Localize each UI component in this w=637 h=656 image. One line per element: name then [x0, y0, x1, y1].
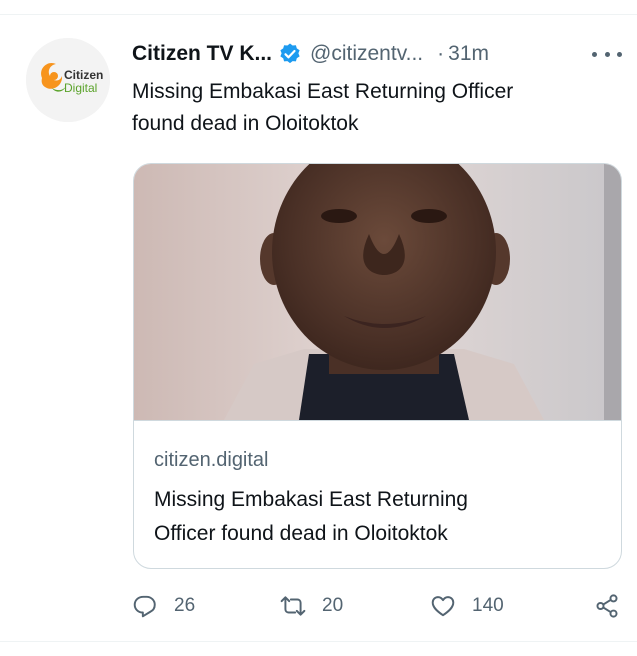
retweet-count: 20 [322, 595, 344, 616]
retweet-button[interactable]: 20 [280, 590, 343, 622]
card-domain: citizen.digital [154, 449, 269, 471]
reply-icon [133, 595, 156, 618]
card-image[interactable] [134, 164, 621, 420]
like-button[interactable]: 140 [430, 590, 504, 622]
reply-button[interactable]: 26 [132, 590, 195, 622]
tweet-text-line: Missing Embakasi East Returning Officer [132, 80, 514, 103]
card-title-line: Missing Embakasi East Returning [154, 488, 468, 511]
card-title-line: Officer found dead in Oloitoktok [154, 522, 448, 545]
card-title: Missing Embakasi East Returning Officer … [154, 483, 604, 551]
svg-text:Citizen: Citizen [64, 68, 103, 82]
tweet-actions: 26 20 140 [132, 590, 622, 622]
link-preview-card[interactable]: citizen.digital Missing Embakasi East Re… [133, 163, 622, 569]
author-handle[interactable]: @citizentv... [310, 42, 423, 66]
tweet-text-line: found dead in Oloitoktok [132, 112, 359, 135]
tweet-timestamp[interactable]: 31m [448, 42, 489, 66]
heart-icon [431, 596, 455, 617]
reply-count: 26 [174, 595, 196, 616]
verified-badge-icon [278, 42, 302, 66]
top-divider [0, 14, 637, 15]
svg-text:Digital: Digital [64, 81, 97, 95]
separator-dot: · [437, 42, 445, 65]
citizen-digital-logo-icon: Citizen Digital [26, 38, 110, 122]
tweet-header: Citizen TV K... @citizentv... · 31m [132, 40, 622, 68]
more-horizontal-icon[interactable] [592, 42, 622, 66]
portrait-photo [134, 164, 621, 420]
retweet-icon [280, 596, 306, 616]
share-button[interactable] [594, 590, 620, 622]
author-avatar[interactable]: Citizen Digital [26, 38, 110, 122]
bottom-divider [0, 641, 637, 642]
like-count: 140 [472, 595, 504, 616]
author-display-name[interactable]: Citizen TV K... [132, 42, 272, 66]
tweet-text: Missing Embakasi East Returning Officer … [132, 76, 612, 140]
share-icon [596, 594, 618, 618]
card-meta[interactable]: citizen.digital Missing Embakasi East Re… [134, 420, 621, 568]
